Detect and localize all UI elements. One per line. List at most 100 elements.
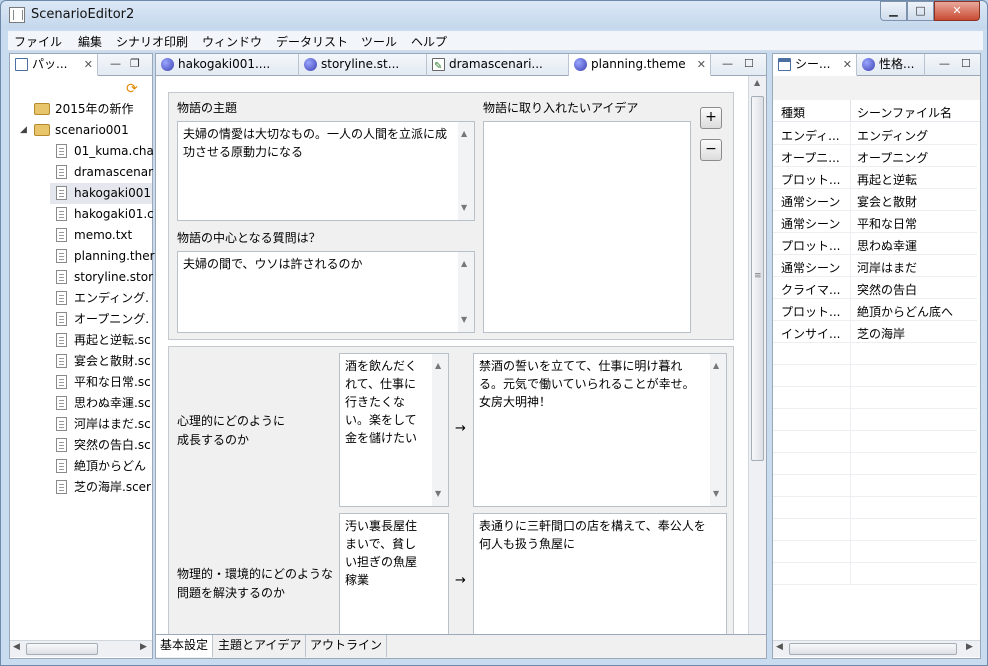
minimize-view-icon[interactable]: — [722,57,733,70]
ideas-list[interactable] [483,121,691,333]
after-textarea-2[interactable]: 表通りに三軒間口の店を構えて、奉公人を何人も扱う魚屋に [473,513,727,637]
tab-theme-ideas[interactable]: 主題とアイデア [214,635,307,657]
editor-area: hakogaki001.... storyline.st... dramasce… [155,53,767,659]
tree-item-file[interactable]: 突然の告白.sc [10,435,152,456]
table-row[interactable]: 通常シーン 宴会と散財 [773,189,977,211]
menu-edit[interactable]: 編集 [78,33,102,50]
tree-item-label: 01_kuma.cha [74,144,154,158]
before-text-2: 汚い裏長屋住まいで、貧しい担ぎの魚屋稼業 [345,519,418,587]
menu-print[interactable]: シナリオ印刷 [116,33,188,50]
scroll-right-icon[interactable]: ▶ [966,642,973,652]
tab-planning-theme[interactable]: planning.theme ✕ [569,54,711,76]
table-row[interactable]: プロット... 思わぬ幸運 [773,233,977,255]
column-divider[interactable] [850,100,851,122]
vertical-scrollbar[interactable]: ▲ ▼ [710,354,726,506]
tree-item-folder-2015[interactable]: 2015年の新作 [10,99,152,120]
scroll-up-icon[interactable]: ▲ [754,78,760,87]
minimize-view-icon[interactable]: — [110,57,121,70]
table-row[interactable]: クライマ... 突然の告白 [773,277,977,299]
close-button[interactable]: ✕ [934,1,980,21]
horizontal-scrollbar[interactable]: ◀ ▶ [10,640,152,657]
tree-item-file[interactable]: 宴会と散財.sc [10,351,152,372]
scroll-right-icon[interactable]: ▶ [140,642,147,652]
tree-item-file[interactable]: オープニング. [10,309,152,330]
tree-item-label: hakogaki01.c [74,207,154,221]
tab-character-list[interactable]: 性格... [857,54,925,76]
folder-icon [34,124,50,136]
scroll-left-icon[interactable]: ◀ [776,642,783,652]
vertical-scrollbar[interactable]: ▲ ▼ [432,354,448,506]
question-textarea[interactable]: 夫婦の間で、ウソは許されるのか ▲ ▼ [177,251,475,333]
tree-item-file[interactable]: memo.txt [10,225,152,246]
table-row[interactable]: エンディ... エンディング [773,123,977,145]
remove-idea-button[interactable]: − [700,139,722,161]
scroll-left-icon[interactable]: ◀ [13,642,20,652]
tab-dramascenario[interactable]: dramascenari... [427,54,569,76]
tree-item-file[interactable]: hakogaki01.c [10,204,154,225]
scrollbar-thumb[interactable] [789,643,957,655]
tree-item-file[interactable]: planning.ther [10,246,155,267]
tree-item-file[interactable]: 再起と逆転.sc [10,330,152,351]
menu-window[interactable]: ウィンドウ [202,33,262,50]
close-tab-icon[interactable]: ✕ [843,54,852,75]
tab-scene-list[interactable]: シー... ✕ [773,54,857,76]
file-icon [56,312,67,326]
table-row[interactable]: 通常シーン 河岸はまだ [773,255,977,277]
cell-type: プロット... [781,173,841,187]
title-bar[interactable]: ScenarioEditor2 ▁ □ ✕ [1,1,987,29]
close-tab-icon[interactable]: ✕ [84,54,93,75]
restore-view-icon[interactable]: ❐ [130,57,140,70]
close-tab-icon[interactable]: ✕ [697,54,706,75]
theme-textarea[interactable]: 夫婦の情愛は大切なもの。一人の人間を立派に成功させる原動力になる ▲ ▼ [177,121,475,221]
tree-item-file[interactable]: dramascenar [10,162,153,183]
scrollbar-thumb[interactable] [26,643,98,655]
tree-item-file[interactable]: 01_kuma.cha [10,141,154,162]
table-row [773,453,977,475]
tree-item-file[interactable]: 河岸はまだ.sc [10,414,152,435]
tree-item-file[interactable]: storyline.stor [10,267,153,288]
tree-item-file[interactable]: 思わぬ幸運.sc [10,393,152,414]
tree-item-file[interactable]: 平和な日常.sc [10,372,152,393]
menu-tools[interactable]: ツール [361,33,397,50]
tree-item-folder-scenario001[interactable]: ◢ scenario001 [10,120,152,141]
tree-item-file[interactable]: 芝の海岸.scer [10,477,152,498]
table-row [773,387,977,409]
menu-datalist[interactable]: データリスト [276,33,348,50]
maximize-button[interactable]: □ [907,1,934,21]
sync-icon[interactable]: ⟳ [126,81,138,97]
question-label: 物語の中心となる質問は？ [177,231,321,245]
tab-package-explorer[interactable]: パッ... ✕ [10,54,98,76]
add-idea-button[interactable]: + [700,107,722,129]
before-textarea-1[interactable]: 酒を飲んだくれて、仕事に行きたくない。楽をして金を儲けたい ▲ ▼ [339,353,449,507]
horizontal-scrollbar[interactable]: ◀ ▶ [773,640,980,657]
minimize-view-icon[interactable]: — [939,57,950,70]
menu-help[interactable]: ヘルプ [411,33,447,50]
file-icon [56,333,67,347]
menu-file[interactable]: ファイル [14,33,62,50]
table-row[interactable]: 通常シーン 平和な日常 [773,211,977,233]
table-row[interactable]: プロット... 再起と逆転 [773,167,977,189]
vertical-scrollbar[interactable]: ▲ ▼ [458,252,474,332]
tree-item-file[interactable]: エンディング. [10,288,152,309]
tab-hakogaki001[interactable]: hakogaki001.... [156,54,299,76]
after-text-2: 表通りに三軒間口の店を構えて、奉公人を何人も扱う魚屋に [479,519,706,551]
editor-vertical-scrollbar[interactable]: ▲ ≡ [748,76,766,634]
table-row[interactable]: プロット... 絶頂からどん底へ [773,299,977,321]
before-textarea-2[interactable]: 汚い裏長屋住まいで、貧しい担ぎの魚屋稼業 [339,513,449,637]
table-row[interactable]: インサイ... 芝の海岸 [773,321,977,343]
tree-item-file-selected[interactable]: hakogaki001 [50,183,152,204]
maximize-view-icon[interactable]: ☐ [961,57,971,70]
maximize-view-icon[interactable]: ☐ [744,57,754,70]
column-header-scene-file[interactable]: シーンファイル名 [857,104,952,121]
after-textarea-1[interactable]: 禁酒の誓いを立てて、仕事に明け暮れる。元気で働いていられることが幸せ。女房大明神… [473,353,727,507]
tab-storyline[interactable]: storyline.st... [299,54,427,76]
column-header-type[interactable]: 種類 [781,104,805,121]
scrollbar-thumb[interactable]: ≡ [751,96,764,461]
tab-basic-settings[interactable]: 基本設定 [156,635,214,657]
tab-outline[interactable]: アウトライン [306,635,388,657]
vertical-scrollbar[interactable]: ▲ ▼ [458,122,474,220]
expand-arrow-icon[interactable]: ◢ [20,120,27,141]
minimize-button[interactable]: ▁ [880,1,907,21]
table-row[interactable]: オープニ... オープニング [773,145,977,167]
tree-item-file[interactable]: 絶頂からどん [10,456,152,477]
